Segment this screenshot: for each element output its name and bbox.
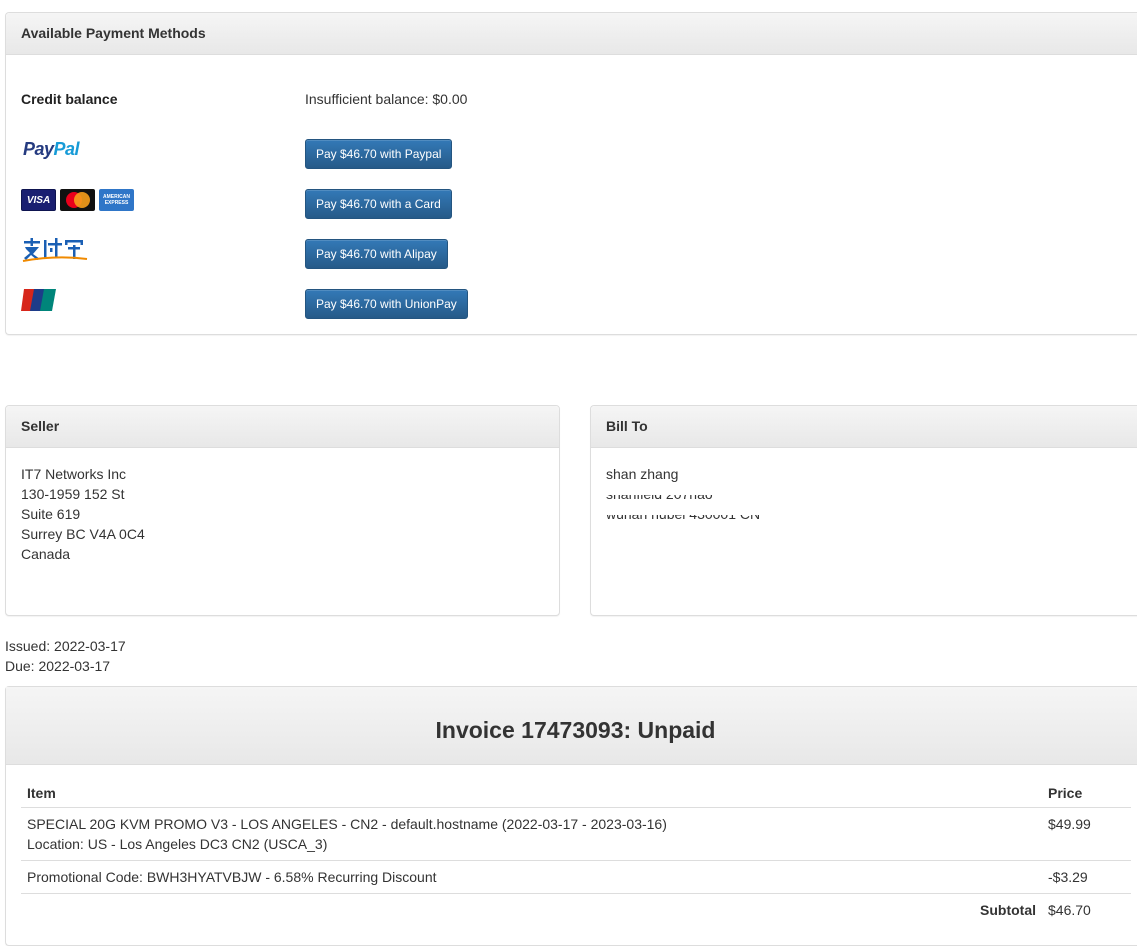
item-description: SPECIAL 20G KVM PROMO V3 - LOS ANGELES -… (27, 816, 667, 832)
item-location: Location: US - Los Angeles DC3 CN2 (USCA… (27, 836, 328, 852)
bill-to-address-line-obscured: shanfield 207hao (606, 495, 1130, 504)
bill-to-panel: Bill To shan zhang shanfield 207hao wuha… (590, 405, 1137, 616)
pay-with-card-button[interactable]: Pay $46.70 with a Card (305, 189, 452, 219)
price-cell: -$3.29 (1042, 860, 1131, 894)
seller-address-line: 130-1959 152 St (21, 486, 125, 502)
bill-to-address-line-obscured: wuhan hubei 430001 CN (606, 515, 1130, 524)
table-header-row: Item Price (21, 779, 1131, 808)
payment-methods-title: Available Payment Methods (6, 13, 1137, 55)
seller-title: Seller (6, 406, 559, 448)
pay-with-paypal-button[interactable]: Pay $46.70 with Paypal (305, 139, 453, 169)
item-cell: SPECIAL 20G KVM PROMO V3 - LOS ANGELES -… (21, 807, 1042, 861)
mastercard-logo-icon (60, 189, 95, 211)
invoice-panel: Invoice 17473093: Unpaid Item Price SPEC… (5, 686, 1137, 946)
invoice-dates: Issued: 2022-03-17 Due: 2022-03-17 (5, 636, 126, 676)
subtotal-value: $46.70 (1048, 902, 1091, 918)
subtotal-label: Subtotal (980, 902, 1036, 918)
alipay-logo-icon (21, 237, 89, 263)
amex-logo-icon: AMERICAN EXPRESS (99, 189, 134, 211)
seller-panel: Seller IT7 Networks Inc 130-1959 152 St … (5, 405, 560, 616)
credit-balance-label: Credit balance (21, 91, 118, 107)
invoice-items-table: Item Price SPECIAL 20G KVM PROMO V3 - LO… (21, 779, 1131, 926)
bill-to-name: shan zhang (606, 466, 679, 482)
pay-with-unionpay-button[interactable]: Pay $46.70 with UnionPay (305, 289, 468, 319)
seller-address-line: Suite 619 (21, 506, 81, 522)
item-column-header: Item (21, 779, 1042, 808)
table-row: SPECIAL 20G KVM PROMO V3 - LOS ANGELES -… (21, 807, 1131, 861)
paypal-logo-icon: PayPal (23, 139, 80, 159)
subtotal-row: Subtotal $46.70 (21, 894, 1131, 927)
item-cell: Promotional Code: BWH3HYATVBJW - 6.58% R… (21, 860, 1042, 894)
seller-address-line: Canada (21, 546, 71, 562)
visa-logo-icon: VISA (21, 189, 56, 211)
bill-to-address: shan zhang shanfield 207hao wuhan hubei … (591, 448, 1137, 524)
price-cell: $49.99 (1042, 807, 1131, 861)
payment-methods-panel: Available Payment Methods Credit balance… (5, 12, 1137, 335)
pay-with-alipay-button[interactable]: Pay $46.70 with Alipay (305, 239, 448, 269)
table-row: Promotional Code: BWH3HYATVBJW - 6.58% R… (21, 860, 1131, 894)
price-column-header: Price (1042, 779, 1131, 808)
seller-address-line: Surrey BC V4A 0C4 (21, 526, 145, 542)
unionpay-logo-icon (21, 289, 56, 311)
invoice-title: Invoice 17473093: Unpaid (6, 687, 1137, 765)
bill-to-title: Bill To (591, 406, 1137, 448)
seller-address-line: IT7 Networks Inc (21, 466, 127, 482)
due-date: Due: 2022-03-17 (5, 658, 111, 674)
credit-balance-value: Insufficient balance: $0.00 (305, 91, 468, 107)
issued-date: Issued: 2022-03-17 (5, 638, 126, 654)
seller-address: IT7 Networks Inc 130-1959 152 St Suite 6… (6, 448, 559, 564)
